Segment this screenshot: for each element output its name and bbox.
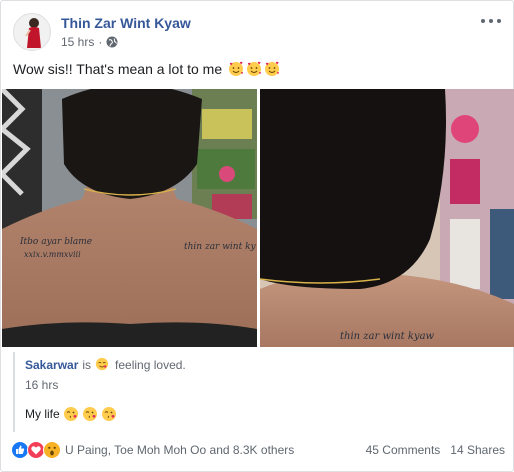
comments-count[interactable]: 45 Comments [366,443,441,457]
post-message: Wow sis!! That's mean a lot to me [13,61,223,77]
smiling-face-with-hearts-icon [264,61,280,77]
shared-is-label: is [82,358,92,372]
photo-back-tattoo-left[interactable]: Itbo ayar blame xxix.v.mmxviii thin zar … [2,89,257,347]
tattoo-text-left-line1: Itbo ayar blame [19,237,92,247]
shared-post-header: Sakarwar is feeling loved. [25,357,503,373]
meta-separator: · [98,35,103,49]
shared-post-text: My life [25,406,503,422]
shared-message: My life [25,407,60,421]
smiling-face-with-hearts-icon [228,61,244,77]
shared-author-name[interactable]: Sakarwar [25,358,78,372]
more-options-icon[interactable] [481,13,501,29]
globe-icon [106,36,118,48]
tattoo-text-left-name: thin zar wint ky [184,242,257,252]
smiling-face-with-hearts-icon [246,61,262,77]
engagement-counts: 45 Comments 14 Shares [366,443,505,457]
shared-feeling-text: feeling loved. [115,358,186,372]
feeling-loved-icon [95,357,111,373]
post-text: Wow sis!! That's mean a lot to me [13,61,280,77]
photo-back-tattoo-right[interactable]: thin zar wint kyaw [260,89,514,347]
shared-post-time[interactable]: 16 hrs [25,378,503,392]
shared-post: Sakarwar is feeling loved. 16 hrs My lif… [13,352,503,432]
author-name[interactable]: Thin Zar Wint Kyaw [61,15,191,31]
author-avatar[interactable] [13,13,51,51]
face-blowing-kiss-icon [101,406,117,422]
facebook-post: Thin Zar Wint Kyaw 15 hrs · Wow sis!! Th… [0,0,514,472]
post-footer: U Paing, Toe Moh Moh Oo and 8.3K others … [11,439,505,461]
reaction-names[interactable]: U Paing, Toe Moh Moh Oo and 8.3K others [65,443,294,457]
post-meta: 15 hrs · [61,35,118,49]
shares-count[interactable]: 14 Shares [450,443,505,457]
post-time[interactable]: 15 hrs [61,35,94,49]
face-blowing-kiss-icon [63,406,79,422]
wow-reaction-icon [43,441,61,459]
post-header: Thin Zar Wint Kyaw 15 hrs · [11,11,505,51]
tattoo-text-right: thin zar wint kyaw [340,331,435,342]
reaction-icons[interactable]: U Paing, Toe Moh Moh Oo and 8.3K others [11,441,294,459]
tattoo-text-left-line2: xxix.v.mmxviii [24,250,81,259]
face-blowing-kiss-icon [82,406,98,422]
photo-grid: Itbo ayar blame xxix.v.mmxviii thin zar … [2,89,514,347]
post-emojis [228,61,280,77]
